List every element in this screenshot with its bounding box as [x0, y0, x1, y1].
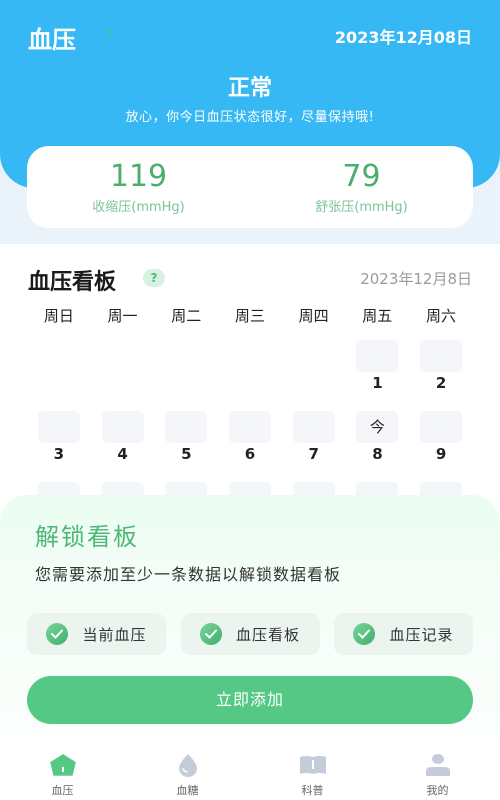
- reading-card: 119 收缩压(mmHg) 79 舒张压(mmHg): [27, 146, 473, 228]
- tab-label: 科普: [301, 784, 324, 797]
- book-icon: [250, 751, 375, 779]
- diastolic-reading: 79 舒张压(mmHg): [250, 146, 473, 228]
- calendar-day-number: 7: [308, 445, 319, 463]
- calendar-cell[interactable]: [420, 411, 463, 443]
- weekday-label: 周三: [234, 307, 265, 325]
- calendar-day-number: 4: [117, 445, 128, 463]
- user-icon: [375, 751, 500, 779]
- weekday-label: 周日: [43, 307, 74, 325]
- diastolic-value: 79: [342, 159, 381, 194]
- calendar-day-number: 8: [372, 445, 383, 463]
- board-date: 2023年12月8日: [360, 270, 472, 288]
- systolic-label: 收缩压(mmHg): [92, 200, 185, 215]
- help-icon[interactable]: ?: [101, 27, 117, 43]
- feature-label: 当前血压: [82, 625, 147, 644]
- calendar-cell[interactable]: [165, 411, 208, 443]
- feature-bp-board: 血压看板: [180, 613, 320, 655]
- home-icon: [0, 751, 125, 779]
- board-help-icon[interactable]: ?: [143, 269, 165, 287]
- systolic-reading: 119 收缩压(mmHg): [27, 146, 250, 228]
- weekday-label: 周六: [425, 307, 456, 325]
- feature-current-bp: 当前血压: [27, 613, 166, 655]
- feature-bp-records: 血压记录: [334, 613, 473, 655]
- calendar-day-number: 5: [181, 445, 192, 463]
- calendar-cell[interactable]: [420, 340, 463, 372]
- page-title: 血压: [28, 26, 76, 54]
- calendar-day-number: 3: [53, 445, 65, 463]
- calendar-cell[interactable]: [229, 411, 271, 443]
- tab-blood-sugar[interactable]: 血糖: [125, 745, 250, 800]
- diastolic-label: 舒张压(mmHg): [315, 200, 408, 215]
- check-icon: [199, 623, 222, 645]
- calendar-cell[interactable]: [37, 411, 80, 443]
- weekday-label: 周五: [362, 307, 393, 325]
- check-icon: [353, 623, 376, 645]
- weekday-header: 周日 周一 周二 周三 周四 周五 周六: [27, 305, 473, 326]
- weekday-label: 周二: [171, 307, 202, 325]
- drop-icon: [125, 751, 250, 779]
- tab-blood-pressure[interactable]: 血压: [0, 745, 125, 800]
- feature-list: 当前血压 血压看板 血压记录: [27, 613, 473, 655]
- weekday-label: 周四: [298, 307, 329, 325]
- feature-label: 血压记录: [389, 625, 454, 644]
- tab-profile[interactable]: 我的: [375, 745, 500, 800]
- calendar-day-number: 1: [372, 374, 383, 392]
- current-date: 2023年12月08日: [334, 28, 472, 47]
- status-message: 放心，你今日血压状态很好，尽量保持哦!: [125, 110, 375, 125]
- unlock-title: 解锁看板: [35, 523, 139, 551]
- calendar-cell[interactable]: [101, 411, 144, 443]
- calendar-cell[interactable]: [356, 340, 399, 372]
- board-title: 血压看板: [28, 270, 117, 295]
- tab-science[interactable]: 科普: [250, 745, 375, 800]
- calendar-day-number: 6: [244, 445, 256, 463]
- calendar-day-number: 2: [435, 374, 447, 392]
- weekday-label: 周一: [107, 307, 138, 325]
- tab-label: 血压: [51, 784, 74, 797]
- calendar-day-number: 9: [435, 445, 447, 463]
- unlock-panel: 解锁看板 您需要添加至少一条数据以解锁数据看板 当前血压 血压看板 血压记录 立…: [0, 495, 500, 735]
- feature-label: 血压看板: [235, 625, 300, 644]
- calendar-cell-today[interactable]: 今: [356, 411, 399, 443]
- systolic-value: 119: [109, 159, 168, 194]
- unlock-description: 您需要添加至少一条数据以解锁数据看板: [35, 565, 342, 584]
- status-text: 正常: [227, 76, 272, 101]
- calendar-cell[interactable]: [292, 411, 335, 443]
- tab-label: 我的: [426, 784, 449, 797]
- check-icon: [46, 623, 69, 645]
- add-now-button[interactable]: 立即添加: [27, 676, 473, 724]
- tab-label: 血糖: [176, 784, 199, 797]
- bottom-tab-bar: 血压 血糖 科普 我的: [0, 745, 500, 800]
